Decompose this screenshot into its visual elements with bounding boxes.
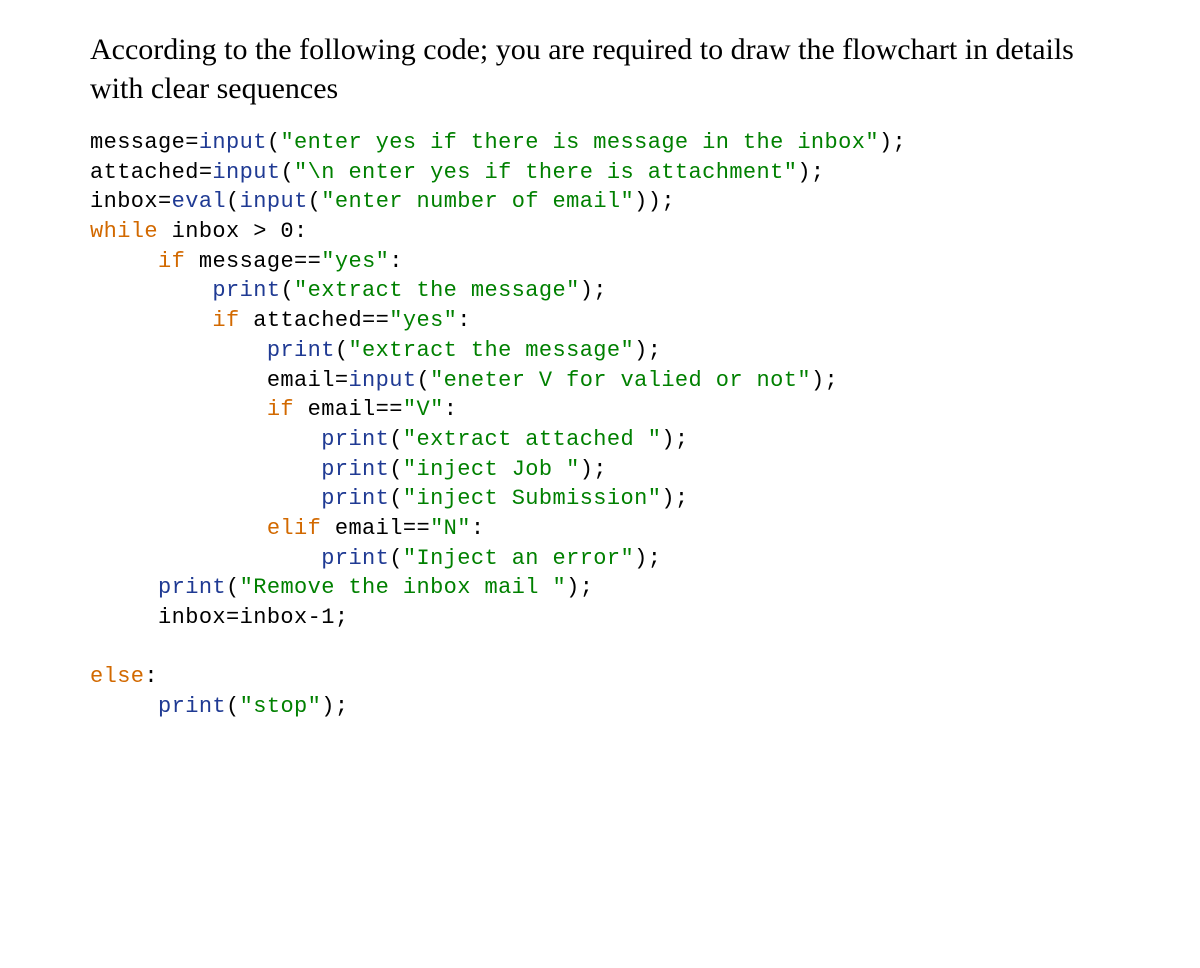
code-line-6: print("extract the message"); — [90, 278, 607, 303]
code-line-15: print("Inject an error"); — [90, 546, 661, 571]
code-line-16: print("Remove the inbox mail "); — [90, 575, 593, 600]
document-page: According to the following code; you are… — [0, 0, 1200, 752]
code-line-5: if message=="yes": — [90, 249, 403, 274]
code-line-10: if email=="V": — [90, 397, 457, 422]
code-line-18: else: — [90, 664, 158, 689]
code-line-13: print("inject Submission"); — [90, 486, 689, 511]
code-line-8: print("extract the message"); — [90, 338, 661, 363]
code-line-2: attached=input("\n enter yes if there is… — [90, 160, 825, 185]
code-block: message=input("enter yes if there is mes… — [90, 128, 1110, 722]
code-line-9: email=input("eneter V for valied or not"… — [90, 368, 838, 393]
code-line-3: inbox=eval(input("enter number of email"… — [90, 189, 675, 214]
code-line-14: elif email=="N": — [90, 516, 485, 541]
question-heading: According to the following code; you are… — [90, 30, 1110, 108]
code-line-1: message=input("enter yes if there is mes… — [90, 130, 906, 155]
code-line-19: print("stop"); — [90, 694, 348, 719]
code-blank-line — [90, 635, 104, 660]
code-line-12: print("inject Job "); — [90, 457, 607, 482]
code-line-4: while inbox > 0: — [90, 219, 308, 244]
code-line-17: inbox=inbox-1; — [90, 605, 348, 630]
code-line-11: print("extract attached "); — [90, 427, 689, 452]
code-line-7: if attached=="yes": — [90, 308, 471, 333]
